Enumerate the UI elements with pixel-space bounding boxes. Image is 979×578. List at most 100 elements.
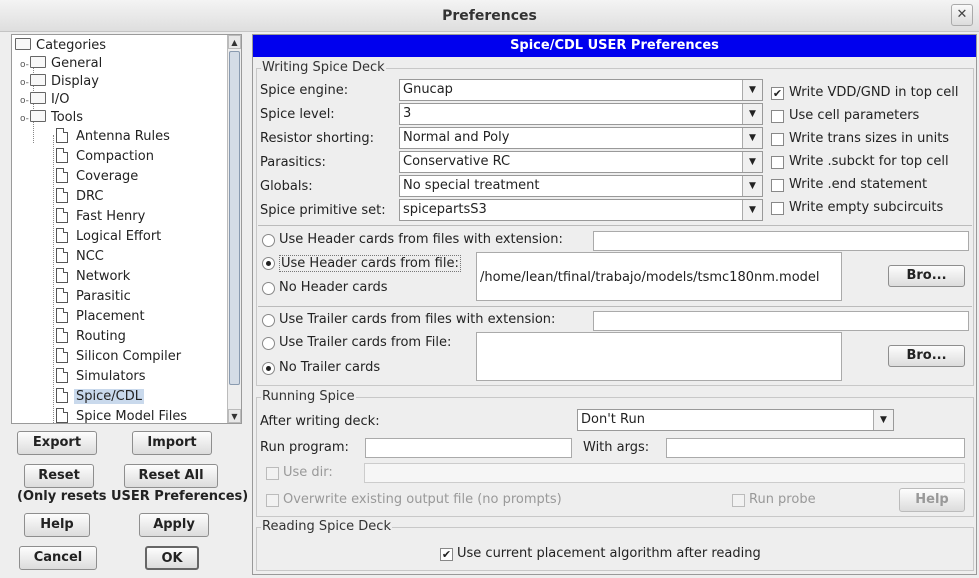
- run-probe-checkbox[interactable]: [732, 494, 745, 507]
- write-end-checkbox[interactable]: [771, 179, 784, 192]
- write-trans-sizes-checkbox[interactable]: [771, 133, 784, 146]
- no-trailer-label: No Trailer cards: [279, 360, 381, 375]
- run-probe-label: Run probe: [749, 492, 816, 507]
- globals-select[interactable]: No special treatment ▼: [399, 175, 763, 197]
- tree-item[interactable]: Spice Model Files: [56, 407, 189, 423]
- write-vdd-gnd-checkbox[interactable]: ✔: [771, 87, 784, 100]
- export-button[interactable]: Export: [17, 431, 97, 455]
- level-label: Spice level:: [260, 107, 335, 122]
- header-ext-input[interactable]: [593, 231, 969, 251]
- reset-note: (Only resets USER Preferences): [17, 489, 249, 504]
- header-file-textarea[interactable]: /home/lean/tfinal/trabajo/models/tsmc180…: [476, 252, 842, 301]
- write-empty-subcircuits-checkbox[interactable]: [771, 202, 784, 215]
- tree-scrollbar[interactable]: ▲ ▼: [227, 35, 241, 423]
- no-header-label: No Header cards: [279, 280, 388, 295]
- tree-item[interactable]: Coverage: [56, 167, 140, 186]
- use-cell-params-checkbox[interactable]: [771, 110, 784, 123]
- primitive-select[interactable]: spicepartsS3 ▼: [399, 199, 763, 221]
- tree-item[interactable]: Fast Henry: [56, 207, 147, 226]
- chevron-down-icon[interactable]: ▼: [742, 80, 762, 100]
- close-button[interactable]: ✕: [951, 4, 973, 26]
- tree-item[interactable]: Network: [56, 267, 132, 286]
- ok-button[interactable]: OK: [145, 546, 199, 570]
- file-icon: [56, 388, 68, 403]
- browse-header-button[interactable]: Bro...: [888, 265, 965, 287]
- header-file-radio[interactable]: [262, 257, 275, 270]
- header-file-path: /home/lean/tfinal/trabajo/models/tsmc180…: [480, 270, 820, 285]
- tree-item[interactable]: DRC: [56, 187, 105, 206]
- globals-label: Globals:: [260, 179, 313, 194]
- write-trans-sizes-label: Write trans sizes in units: [789, 131, 950, 146]
- write-subckt-checkbox[interactable]: [771, 156, 784, 169]
- chevron-down-icon[interactable]: ▼: [742, 200, 762, 220]
- level-select[interactable]: 3 ▼: [399, 103, 763, 125]
- chevron-down-icon[interactable]: ▼: [742, 176, 762, 196]
- after-writing-label: After writing deck:: [260, 414, 380, 429]
- running-help-button[interactable]: Help: [899, 488, 965, 512]
- tree-group-io[interactable]: o- I/O: [20, 90, 71, 109]
- trailer-ext-input[interactable]: [593, 311, 969, 331]
- header-ext-label: Use Header cards from files with extensi…: [279, 232, 563, 247]
- file-icon: [56, 248, 68, 263]
- resistor-select[interactable]: Normal and Poly ▼: [399, 127, 763, 149]
- no-trailer-radio[interactable]: [262, 362, 275, 375]
- chevron-down-icon[interactable]: ▼: [742, 104, 762, 124]
- tree-item[interactable]: Antenna Rules: [56, 127, 172, 146]
- tree-root[interactable]: Categories: [15, 36, 108, 55]
- trailer-file-textarea[interactable]: [476, 332, 842, 381]
- engine-select[interactable]: Gnucap ▼: [399, 79, 763, 101]
- file-icon: [56, 328, 68, 343]
- panel-title: Spice/CDL USER Preferences: [253, 35, 976, 57]
- folder-icon: [30, 92, 46, 104]
- header-ext-radio[interactable]: [262, 234, 275, 247]
- help-button[interactable]: Help: [24, 513, 90, 537]
- tree-item[interactable]: Compaction: [56, 147, 156, 166]
- overwrite-checkbox[interactable]: [266, 494, 279, 507]
- tree-item[interactable]: Placement: [56, 307, 147, 326]
- chevron-down-icon[interactable]: ▼: [742, 128, 762, 148]
- tree-group-general[interactable]: o- General: [20, 54, 104, 73]
- folder-icon: [30, 56, 46, 68]
- trailer-file-radio[interactable]: [262, 337, 275, 350]
- chevron-down-icon[interactable]: ▼: [873, 410, 893, 430]
- chevron-down-icon[interactable]: ▼: [742, 152, 762, 172]
- divider: [258, 225, 972, 226]
- tree-item-selected[interactable]: Spice/CDL: [56, 387, 144, 406]
- cancel-button[interactable]: Cancel: [19, 546, 97, 570]
- after-writing-select[interactable]: Don't Run ▼: [577, 409, 894, 431]
- file-icon: [56, 188, 68, 203]
- browse-trailer-button[interactable]: Bro...: [888, 345, 965, 367]
- tree-item[interactable]: Parasitic: [56, 287, 133, 306]
- file-icon: [56, 348, 68, 363]
- tree-group-tools[interactable]: o- Tools: [20, 108, 85, 127]
- engine-label: Spice engine:: [260, 83, 349, 98]
- import-button[interactable]: Import: [132, 431, 212, 455]
- tree-item[interactable]: Logical Effort: [56, 227, 163, 246]
- trailer-ext-radio[interactable]: [262, 314, 275, 327]
- category-tree[interactable]: Categories o- General o- Display o- I/O o- T…: [11, 34, 242, 424]
- parasitics-select[interactable]: Conservative RC ▼: [399, 151, 763, 173]
- file-icon: [56, 168, 68, 183]
- tree-item[interactable]: Routing: [56, 327, 128, 346]
- reading-group-title: Reading Spice Deck: [261, 519, 392, 534]
- no-header-radio[interactable]: [262, 282, 275, 295]
- placement-checkbox[interactable]: ✔: [440, 548, 453, 561]
- use-dir-input[interactable]: [364, 463, 965, 483]
- tree-item[interactable]: Simulators: [56, 367, 148, 386]
- file-icon: [56, 208, 68, 223]
- with-args-input[interactable]: [666, 438, 965, 458]
- reset-button[interactable]: Reset: [24, 464, 94, 488]
- collapse-key-icon[interactable]: o-: [20, 110, 30, 129]
- trailer-ext-label: Use Trailer cards from files with extens…: [279, 312, 556, 327]
- tree-item[interactable]: Silicon Compiler: [56, 347, 183, 366]
- tree-group-display[interactable]: o- Display: [20, 72, 101, 91]
- scroll-thumb[interactable]: [229, 51, 240, 385]
- reset-all-button[interactable]: Reset All: [124, 464, 218, 488]
- tree-item[interactable]: NCC: [56, 247, 106, 266]
- scroll-down-icon[interactable]: ▼: [228, 409, 241, 423]
- use-dir-checkbox[interactable]: [266, 467, 279, 480]
- run-program-input[interactable]: [365, 438, 572, 458]
- use-dir-label: Use dir:: [283, 465, 333, 480]
- scroll-up-icon[interactable]: ▲: [228, 35, 241, 49]
- apply-button[interactable]: Apply: [139, 513, 209, 537]
